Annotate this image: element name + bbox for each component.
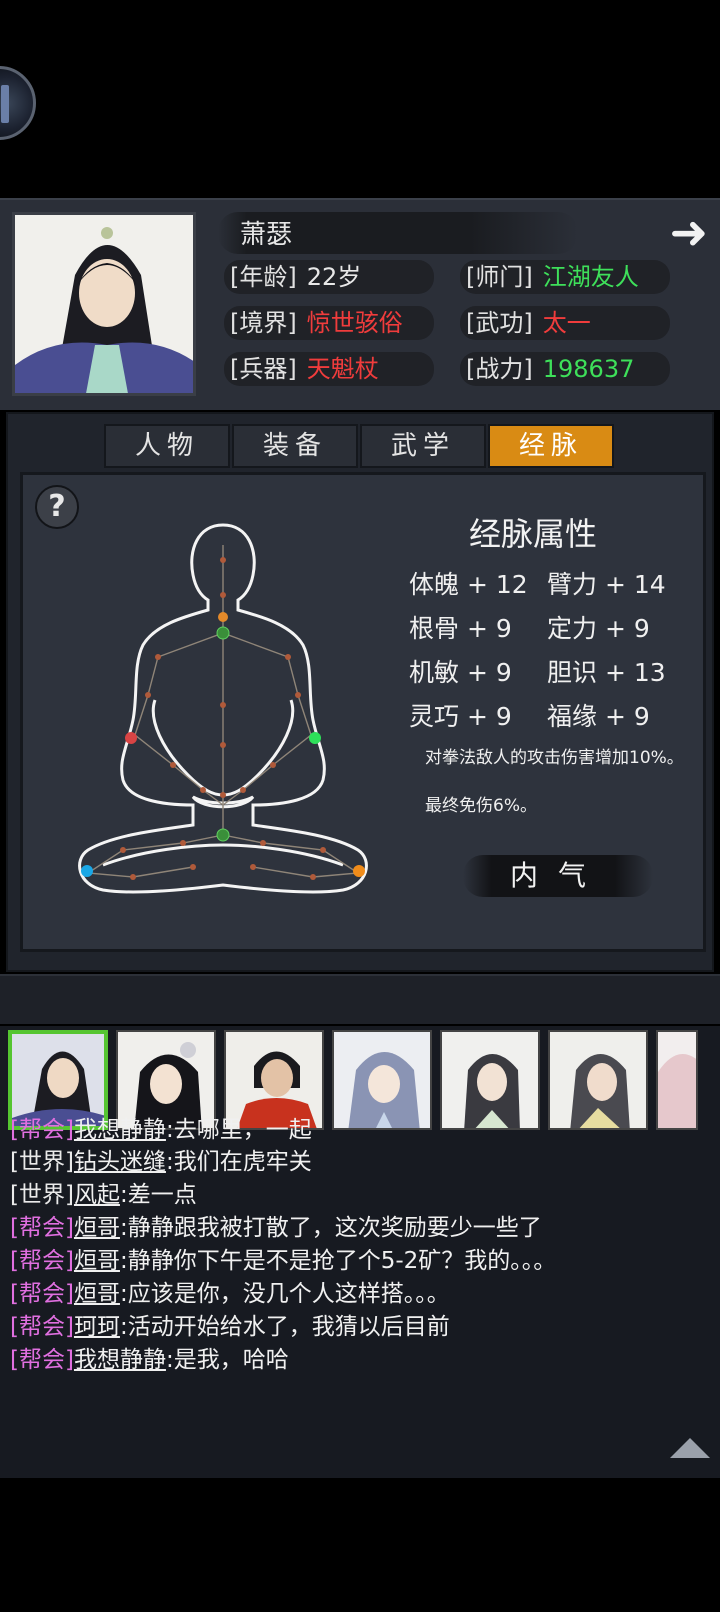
attr-strength: 臂力 + 14 [547, 570, 666, 599]
meridian-panel: 人物 装备 武学 经脉 ? 经脉属性 体魄 + 12 臂力 + 14 根骨 + … [6, 412, 714, 972]
attr-willpower: 定力 + 9 [547, 614, 650, 643]
tab-meridian[interactable]: 经脉 [488, 424, 614, 468]
party-avatar[interactable] [656, 1030, 698, 1130]
stat-weapon: [兵器] 天魁杖 [224, 350, 434, 388]
back-icon [1, 85, 9, 123]
tab-character[interactable]: 人物 [104, 424, 230, 468]
inner-qi-button[interactable]: 内气 [463, 855, 653, 897]
stat-sect: [师门] 江湖友人 [460, 258, 670, 296]
next-arrow-icon[interactable]: ➜ [669, 209, 708, 255]
party-avatar[interactable] [440, 1030, 540, 1130]
chat-area: [帮会]我想静静:去哪里，一起 [世界]钻头迷缝:我们在虎牢关 [世界]风起:差… [0, 1026, 720, 1478]
attr-agility: 机敏 + 9 [409, 658, 512, 687]
chat-message: [帮会]我想静静:是我，哈哈 [10, 1347, 289, 1373]
chat-message: [帮会]烜哥:应该是你，没几个人这样搭。。。 [10, 1281, 450, 1307]
attr-dexterity: 灵巧 + 9 [409, 702, 512, 731]
stat-realm: [境界] 惊世骇俗 [224, 304, 434, 342]
character-name: 萧瑟 [240, 220, 293, 250]
meridian-body-diagram [78, 523, 368, 894]
stat-martial-art: [武功] 太一 [460, 304, 670, 342]
tab-martial-arts[interactable]: 武学 [360, 424, 486, 468]
chat-message: [帮会]烜哥:静静你下午是不是抢了个5-2矿？我的。。。 [10, 1248, 557, 1274]
back-button[interactable] [0, 66, 36, 140]
chat-message: [帮会]珂珂:活动开始给水了，我猜以后目前 [10, 1314, 450, 1340]
stat-age: [年龄] 22岁 [224, 258, 434, 296]
meridian-title: 经脉属性 [469, 515, 598, 553]
attr-fortune: 福缘 + 9 [547, 702, 650, 731]
attr-courage: 胆识 + 13 [547, 658, 666, 687]
chat-message: [帮会]烜哥:静静跟我被打散了，这次奖励要少一些了 [10, 1215, 542, 1241]
attr-physique: 体魄 + 12 [409, 570, 528, 599]
attr-constitution: 根骨 + 9 [409, 614, 512, 643]
chat-message: [世界]风起:差一点 [10, 1182, 197, 1208]
party-avatar[interactable] [332, 1030, 432, 1130]
stat-power: [战力] 198637 [460, 350, 670, 388]
character-portrait [12, 212, 196, 396]
divider-bar [0, 974, 720, 1024]
character-profile: 萧瑟 ➜ [年龄] 22岁 [师门] 江湖友人 [境界] 惊世骇俗 [武功] 太一 [兵… [0, 198, 720, 410]
chat-message: [世界]钻头迷缝:我们在虎牢关 [10, 1149, 312, 1175]
party-avatar[interactable] [548, 1030, 648, 1130]
chat-message: [帮会]我想静静:去哪里，一起 [10, 1117, 312, 1143]
tab-bar: 人物 装备 武学 经脉 [104, 424, 614, 468]
tab-equipment[interactable]: 装备 [232, 424, 358, 468]
meridian-content: ? 经脉属性 体魄 + 12 臂力 + 14 根骨 + 9 定力 + 9 机敏 … [20, 472, 706, 952]
chat-expand-icon[interactable] [670, 1438, 710, 1458]
effect-text: 最终免伤6%。 [425, 796, 537, 816]
effect-text: 对拳法敌人的攻击伤害增加10%。 [425, 748, 684, 768]
